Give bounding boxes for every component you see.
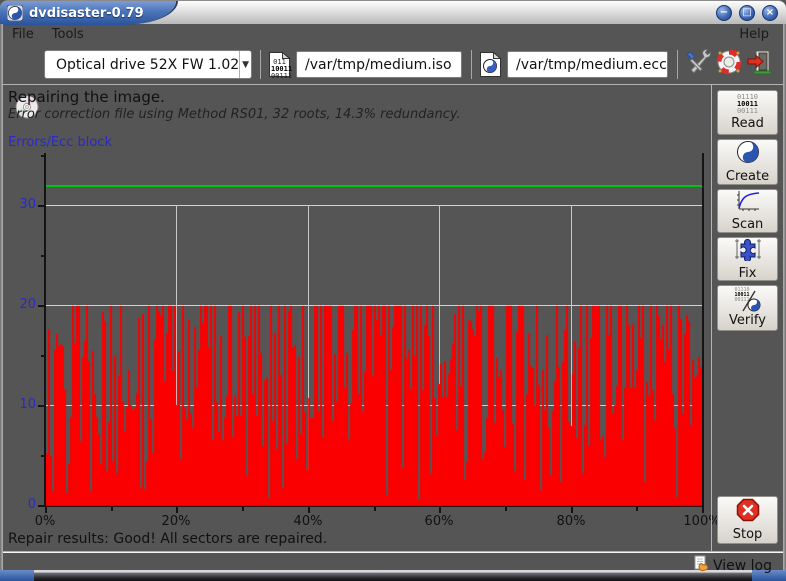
read-button-label: Read [731,116,764,131]
x-major-tick [439,507,441,513]
app-window: dvdisaster-0.79 − □ × File Tools Help Op… [0,0,786,581]
minimize-button[interactable]: − [716,5,732,21]
puzzle-icon [735,237,761,265]
binary-yinyang-icon: 011101001100111 [735,288,761,312]
x-minor-tick [374,507,376,511]
create-button[interactable]: Create [717,139,778,185]
x-minor-tick [636,507,638,511]
binary-digits-icon: 011101001100111 [737,94,758,115]
iso-path-input[interactable]: /var/tmp/medium.iso [296,51,462,78]
status-title: Repairing the image. [8,88,165,106]
x-minor-tick [111,507,113,511]
iso-file-icon: 0111001100111 [268,51,291,82]
fix-button-label: Fix [739,266,757,281]
create-button-label: Create [726,169,769,184]
right-axis-spine [702,153,704,507]
verify-button-label: Verify [729,313,766,328]
maximize-button[interactable]: □ [739,5,755,21]
menu-tools[interactable]: Tools [43,25,93,44]
y-minor-tick [41,455,45,457]
fix-button[interactable]: Fix [717,237,778,281]
scan-button-label: Scan [732,217,764,232]
view-log-icon [693,555,710,576]
x-tick-label: 80% [544,514,598,529]
chart-title: Errors/Ecc block [8,135,112,150]
toolbar-separator [260,50,261,79]
y-tick-label: 30 [10,197,36,212]
close-button[interactable]: × [762,5,778,21]
read-button[interactable]: 011101001100111 Read [717,90,778,135]
help-lifebuoy-icon[interactable] [716,49,742,79]
y-major-tick [38,205,45,207]
y-minor-tick [41,155,45,157]
y-minor-tick [41,355,45,357]
x-tick-label: 20% [149,514,203,529]
ecc-file-icon [479,51,502,82]
chevron-down-icon[interactable]: ▼ [239,51,251,78]
scan-curve-icon [735,190,761,216]
y-tick-label: 10 [10,397,36,412]
x-major-tick [45,507,47,513]
window-corner-left[interactable] [0,570,34,581]
preferences-tools-icon[interactable] [686,49,713,80]
y-tick-label: 20 [10,297,36,312]
scan-button[interactable]: Scan [717,189,778,233]
x-major-tick [571,507,573,513]
toolbar-separator [677,50,678,79]
y-major-tick [38,505,45,507]
toolbar-bottom-separator [3,84,783,85]
stop-button[interactable]: Stop [717,496,778,544]
status-subtitle: Error correction file using Method RS01,… [8,107,461,122]
y-tick-label: 0 [10,497,36,512]
app-yinyang-icon [7,5,23,21]
quit-door-icon[interactable] [746,49,772,79]
stop-octagon-icon [736,498,760,526]
error-bars-canvas [46,155,702,507]
titlebar[interactable]: dvdisaster-0.79 − □ × [0,0,786,24]
view-log-label: View log [713,558,772,574]
y-major-tick [38,405,45,407]
drive-select[interactable]: Optical drive 52X FW 1.02 ▼ [44,50,252,79]
drive-select-value: Optical drive 52X FW 1.02 [45,57,239,73]
titlebar-label-area: dvdisaster-0.79 [0,1,176,25]
ecc-path-input[interactable]: /var/tmp/medium.ecc [507,51,668,78]
view-log-button[interactable]: View log [693,555,772,576]
stop-button-label: Stop [733,527,763,542]
window-border-bottom [0,570,786,581]
x-tick-label: 40% [281,514,335,529]
repair-result-text: Repair results: Good! All sectors are re… [8,531,327,547]
window-border-left [0,24,3,570]
x-minor-tick [242,507,244,511]
y-minor-tick [41,255,45,257]
x-tick-label: 0% [18,514,72,529]
x-major-tick [176,507,178,513]
x-tick-label: 60% [412,514,466,529]
x-major-tick [702,507,704,513]
y-major-tick [38,305,45,307]
toolbar-separator [471,50,472,79]
menubar: File Tools Help [3,24,783,45]
verify-button[interactable]: 011101001100111 Verify [717,285,778,331]
statusbar-separator [3,551,783,552]
yin-yang-icon [736,140,760,168]
x-minor-tick [505,507,507,511]
window-title: dvdisaster-0.79 [29,6,144,21]
sidebar-separator [711,85,712,551]
menu-help[interactable]: Help [730,25,783,44]
x-major-tick [308,507,310,513]
menu-file[interactable]: File [3,25,43,44]
iso-icon-digits: 0111001100111 [271,59,288,80]
